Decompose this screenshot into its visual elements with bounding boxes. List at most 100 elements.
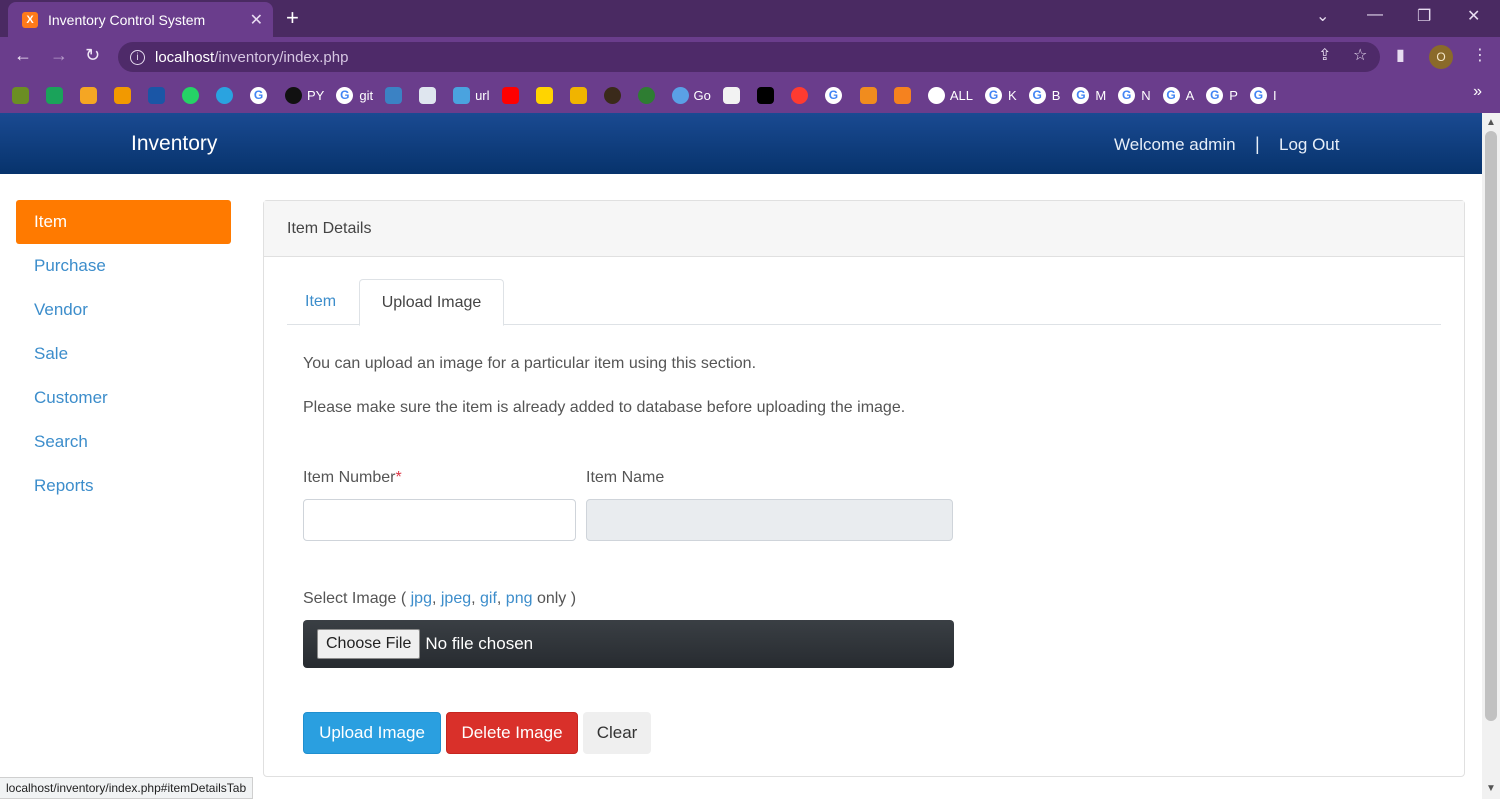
bookmark[interactable]: [637, 86, 660, 104]
bookmark[interactable]: G: [250, 86, 273, 104]
bookmark[interactable]: [80, 86, 102, 104]
ext-jpeg: jpeg: [440, 590, 472, 607]
bookmark[interactable]: [46, 86, 68, 104]
item-number-label: Item Number*: [303, 469, 402, 486]
sidebar-item-purchase[interactable]: Purchase: [16, 244, 231, 288]
bookmark[interactable]: GB: [1028, 86, 1060, 104]
bookmark[interactable]: [722, 86, 745, 104]
more-bookmarks-icon[interactable]: »: [1473, 83, 1482, 101]
bookmark[interactable]: [859, 86, 882, 104]
upload-info-text: You can upload an image for a particular…: [303, 355, 757, 372]
share-icon[interactable]: ⇪: [1318, 45, 1331, 65]
restore-icon[interactable]: ❐: [1417, 6, 1431, 26]
choose-file-button[interactable]: Choose File: [317, 629, 421, 659]
bookmark[interactable]: Go: [671, 86, 711, 104]
file-input[interactable]: Choose File No file chosen: [303, 620, 954, 668]
brand-title[interactable]: Inventory: [131, 132, 217, 156]
xampp-favicon-icon: X: [22, 11, 38, 28]
logout-link[interactable]: Log Out: [1279, 135, 1340, 155]
no-file-text: No file chosen: [425, 634, 534, 653]
upload-note-text: Please make sure the item is already add…: [303, 399, 906, 416]
bookmark[interactable]: GA: [1162, 86, 1194, 104]
bookmark[interactable]: ALL: [927, 86, 973, 104]
new-tab-button[interactable]: +: [286, 6, 299, 30]
bookmark[interactable]: Ggit: [336, 86, 373, 104]
browser-tab-title: Inventory Control System: [48, 11, 206, 28]
tab-search-icon[interactable]: ⌄: [1316, 6, 1329, 26]
ext-png: png: [505, 590, 533, 607]
forward-icon[interactable]: →: [50, 45, 68, 66]
bookmark[interactable]: [148, 86, 170, 104]
item-name-label: Item Name: [586, 469, 665, 486]
sidebar-item-vendor[interactable]: Vendor: [16, 288, 231, 332]
bookmarks-bar: G PY Ggit url Go G ALL GK GB GM GN GA GP…: [0, 77, 1500, 113]
google-icon: G: [1118, 86, 1136, 104]
tab-upload-image[interactable]: Upload Image: [359, 279, 504, 326]
bookmark[interactable]: [569, 86, 592, 104]
app-header: Inventory Welcome admin | Log Out: [0, 113, 1482, 174]
clear-button[interactable]: Clear: [583, 712, 651, 754]
ext-jpg: jpg: [410, 590, 432, 607]
site-info-icon[interactable]: i: [130, 49, 145, 65]
bookmark[interactable]: [12, 86, 34, 104]
close-tab-icon[interactable]: ✕: [250, 10, 263, 30]
sidebar-item-sale[interactable]: Sale: [16, 332, 231, 376]
bookmark[interactable]: url: [453, 86, 490, 104]
item-number-input[interactable]: [303, 499, 576, 541]
bookmark[interactable]: GP: [1206, 86, 1238, 104]
profile-avatar[interactable]: O: [1429, 45, 1453, 69]
bookmark[interactable]: GM: [1072, 86, 1106, 104]
upload-image-button[interactable]: Upload Image: [303, 712, 441, 754]
google-icon: G: [250, 86, 267, 104]
bookmark[interactable]: [535, 86, 558, 104]
bookmark[interactable]: GN: [1118, 86, 1151, 104]
minimize-icon[interactable]: —: [1367, 6, 1383, 24]
menu-kebab-icon[interactable]: ⋮: [1472, 45, 1488, 65]
address-bar[interactable]: i localhost /inventory/index.php: [118, 42, 1380, 72]
welcome-text: Welcome admin: [1114, 135, 1236, 154]
google-icon: G: [1028, 86, 1046, 104]
scroll-up-icon[interactable]: ▲: [1486, 117, 1496, 128]
back-icon[interactable]: ←: [14, 45, 32, 66]
item-details-panel: Item Details Item Upload Image You can u…: [263, 200, 1465, 777]
scroll-down-icon[interactable]: ▼: [1486, 783, 1496, 794]
bookmark[interactable]: [114, 86, 136, 104]
bookmark[interactable]: [419, 86, 441, 104]
google-icon: G: [1072, 86, 1090, 104]
close-window-icon[interactable]: ✕: [1467, 6, 1480, 26]
browser-tab[interactable]: X Inventory Control System ✕: [8, 2, 273, 37]
status-bar-url: localhost/inventory/index.php#itemDetail…: [0, 777, 254, 799]
google-icon: G: [1249, 86, 1267, 104]
bookmark[interactable]: [756, 86, 779, 104]
page-scrollbar[interactable]: ▲ ▼: [1482, 113, 1500, 799]
scroll-thumb[interactable]: [1485, 131, 1497, 721]
sidebar-item-customer[interactable]: Customer: [16, 376, 231, 420]
bookmark[interactable]: [603, 86, 626, 104]
bookmark[interactable]: GK: [985, 86, 1017, 104]
sidebar-item-search[interactable]: Search: [16, 420, 231, 464]
required-asterisk: *: [395, 469, 402, 486]
reload-icon[interactable]: ↻: [85, 45, 100, 66]
sidebar-item-item[interactable]: Item: [16, 200, 231, 244]
bookmark[interactable]: GI: [1249, 86, 1277, 104]
bookmark[interactable]: [182, 86, 204, 104]
bookmark[interactable]: [216, 86, 238, 104]
select-image-label: Select Image ( jpg, jpeg, gif, png only …: [303, 590, 577, 607]
google-icon: G: [336, 86, 354, 104]
sidebar-nav: Item Purchase Vendor Sale Customer Searc…: [16, 200, 231, 508]
panel-tabs: Item Upload Image: [287, 279, 1441, 326]
side-panel-icon[interactable]: ▮: [1396, 45, 1405, 65]
bookmark-star-icon[interactable]: ☆: [1353, 45, 1367, 65]
tab-item[interactable]: Item: [287, 279, 357, 325]
bookmark[interactable]: [501, 86, 524, 104]
bookmark[interactable]: [893, 86, 916, 104]
delete-image-button[interactable]: Delete Image: [446, 712, 578, 754]
google-icon: G: [824, 86, 842, 104]
google-icon: G: [1206, 86, 1224, 104]
google-icon: G: [985, 86, 1003, 104]
bookmark[interactable]: [790, 86, 813, 104]
bookmark[interactable]: PY: [285, 86, 324, 104]
bookmark[interactable]: G: [824, 86, 848, 104]
sidebar-item-reports[interactable]: Reports: [16, 464, 231, 508]
bookmark[interactable]: [385, 86, 407, 104]
